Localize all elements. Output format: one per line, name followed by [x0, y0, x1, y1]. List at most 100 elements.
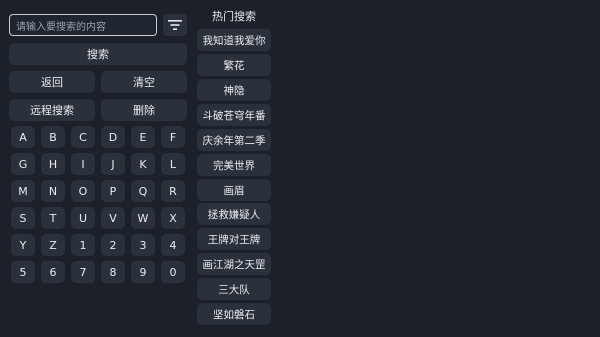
- key-label: 6: [49, 265, 57, 279]
- hot-search-item-label: 画江湖之天罡: [202, 258, 266, 271]
- key-button[interactable]: C: [71, 126, 95, 148]
- key-button[interactable]: 5: [11, 261, 35, 283]
- search-button-label: 搜索: [87, 48, 109, 61]
- key-button[interactable]: E: [131, 126, 155, 148]
- hot-search-item-label: 王牌对王牌: [207, 233, 261, 246]
- key-label: 1: [79, 238, 87, 252]
- key-button[interactable]: S: [11, 207, 35, 229]
- key-label: G: [18, 157, 28, 171]
- hot-search-item[interactable]: 画眉: [197, 179, 271, 201]
- key-button[interactable]: N: [41, 180, 65, 202]
- hot-search-item-label: 庆余年第二季: [202, 134, 266, 147]
- key-label: 4: [169, 238, 177, 252]
- key-button[interactable]: 8: [101, 261, 125, 283]
- key-button[interactable]: A: [11, 126, 35, 148]
- hot-search-item-label: 坚如磐石: [213, 308, 255, 321]
- key-label: W: [137, 211, 149, 225]
- key-label: 2: [109, 238, 117, 252]
- search-input[interactable]: 请输入要搜索的内容: [9, 14, 157, 36]
- key-label: C: [79, 130, 87, 144]
- key-button[interactable]: P: [101, 180, 125, 202]
- key-button[interactable]: T: [41, 207, 65, 229]
- key-label: 3: [139, 238, 147, 252]
- key-button[interactable]: Q: [131, 180, 155, 202]
- key-button[interactable]: 6: [41, 261, 65, 283]
- key-button[interactable]: O: [71, 180, 95, 202]
- key-button[interactable]: 2: [101, 234, 125, 256]
- hot-search-item-label: 三大队: [218, 283, 250, 296]
- key-label: H: [48, 157, 58, 171]
- key-label: O: [78, 184, 88, 198]
- hot-search-item[interactable]: 坚如磐石: [197, 303, 271, 325]
- hot-search-title: 热门搜索: [212, 10, 256, 23]
- key-label: A: [19, 130, 27, 144]
- key-button[interactable]: 0: [161, 261, 185, 283]
- hot-search-item-label: 神隐: [223, 84, 245, 97]
- delete-button-label: 删除: [133, 104, 155, 117]
- key-button[interactable]: F: [161, 126, 185, 148]
- key-button[interactable]: I: [71, 153, 95, 175]
- remote-search-button-label: 远程搜索: [30, 104, 74, 117]
- key-label: J: [111, 157, 115, 171]
- delete-button[interactable]: 删除: [101, 99, 187, 121]
- hot-search-item[interactable]: 斗破苍穹年番: [197, 104, 271, 126]
- key-label: 5: [19, 265, 27, 279]
- hot-search-item[interactable]: 画江湖之天罡: [197, 253, 271, 275]
- key-button[interactable]: M: [11, 180, 35, 202]
- key-label: Z: [49, 238, 57, 252]
- back-button[interactable]: 返回: [9, 71, 95, 93]
- key-label: T: [49, 211, 57, 225]
- key-button[interactable]: D: [101, 126, 125, 148]
- key-button[interactable]: 9: [131, 261, 155, 283]
- key-label: 7: [79, 265, 87, 279]
- key-label: B: [49, 130, 57, 144]
- key-button[interactable]: 1: [71, 234, 95, 256]
- key-label: 8: [109, 265, 117, 279]
- key-button[interactable]: 7: [71, 261, 95, 283]
- key-label: L: [169, 157, 177, 171]
- remote-search-button[interactable]: 远程搜索: [9, 99, 95, 121]
- key-label: D: [108, 130, 118, 144]
- key-label: U: [78, 211, 88, 225]
- hot-search-item[interactable]: 完美世界: [197, 154, 271, 176]
- hot-search-item[interactable]: 三大队: [197, 278, 271, 300]
- key-button[interactable]: X: [161, 207, 185, 229]
- key-button[interactable]: 4: [161, 234, 185, 256]
- key-button[interactable]: 3: [131, 234, 155, 256]
- key-button[interactable]: G: [11, 153, 35, 175]
- hot-search-item-label: 斗破苍穹年番: [202, 109, 266, 122]
- hot-search-item-label: 我知道我爱你: [202, 34, 266, 47]
- key-label: R: [169, 184, 177, 198]
- key-button[interactable]: K: [131, 153, 155, 175]
- key-button[interactable]: H: [41, 153, 65, 175]
- key-label: E: [139, 130, 147, 144]
- key-button[interactable]: L: [161, 153, 185, 175]
- key-button[interactable]: U: [71, 207, 95, 229]
- key-label: V: [109, 211, 117, 225]
- key-label: X: [169, 211, 177, 225]
- key-button[interactable]: Y: [11, 234, 35, 256]
- key-button[interactable]: J: [101, 153, 125, 175]
- search-placeholder: 请输入要搜索的内容: [16, 21, 106, 33]
- key-label: P: [109, 184, 117, 198]
- key-button[interactable]: Z: [41, 234, 65, 256]
- back-button-label: 返回: [41, 76, 63, 89]
- key-label: 9: [139, 265, 147, 279]
- key-label: F: [169, 130, 177, 144]
- hot-search-item[interactable]: 拯救嫌疑人: [197, 203, 271, 225]
- key-button[interactable]: R: [161, 180, 185, 202]
- key-button[interactable]: V: [101, 207, 125, 229]
- clear-button[interactable]: 清空: [101, 71, 187, 93]
- hot-search-item[interactable]: 我知道我爱你: [197, 29, 271, 51]
- hot-search-item-label: 拯救嫌疑人: [207, 208, 261, 221]
- hot-search-item[interactable]: 繁花: [197, 54, 271, 76]
- key-label: 0: [169, 265, 177, 279]
- key-button[interactable]: B: [41, 126, 65, 148]
- filter-button[interactable]: [163, 14, 187, 36]
- hot-search-item[interactable]: 神隐: [197, 79, 271, 101]
- key-button[interactable]: W: [131, 207, 155, 229]
- search-button[interactable]: 搜索: [9, 43, 187, 65]
- hot-search-item[interactable]: 庆余年第二季: [197, 129, 271, 151]
- hot-search-item[interactable]: 王牌对王牌: [197, 228, 271, 250]
- filter-icon: [168, 20, 182, 30]
